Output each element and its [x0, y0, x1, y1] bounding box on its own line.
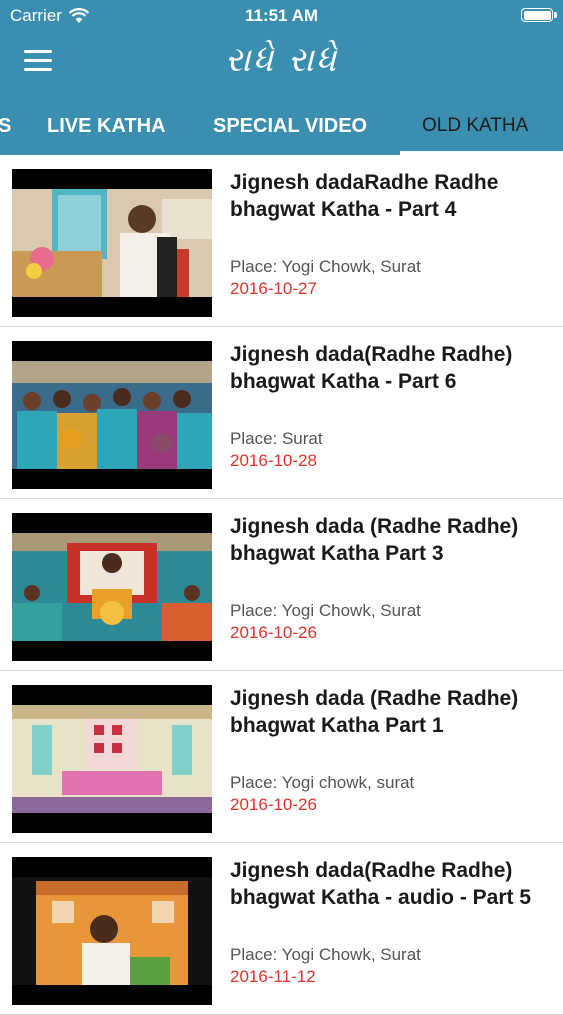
video-thumbnail — [12, 169, 212, 317]
video-list-item[interactable]: Jignesh dada(Radhe Radhe) bhagwat Katha … — [0, 843, 563, 1015]
video-list-item[interactable]: Jignesh dada(Radhe Radhe) bhagwat Katha … — [0, 327, 563, 499]
nav-bar: રાધે રાધે — [0, 32, 563, 96]
video-place: Place: Yogi Chowk, Surat — [230, 601, 421, 620]
app-title: રાધે રાધે — [224, 40, 339, 80]
video-date: 2016-10-26 — [230, 795, 317, 814]
tab-bar: S LIVE KATHA SPECIAL VIDEO OLD KATHA — [0, 100, 563, 155]
video-thumbnail — [12, 341, 212, 489]
video-title: Jignesh dada(Radhe Radhe) bhagwat Katha … — [230, 859, 532, 909]
tab-live-katha[interactable]: LIVE KATHA — [47, 100, 166, 155]
video-date: 2016-10-27 — [230, 279, 317, 298]
video-date: 2016-11-12 — [230, 967, 316, 986]
video-date: 2016-10-26 — [230, 623, 317, 642]
video-thumbnail — [12, 857, 212, 1005]
battery-icon — [521, 8, 557, 22]
video-place: Place: Yogi chowk, surat — [230, 773, 415, 792]
video-title: Jignesh dadaRadhe Radhe bhagwat Katha - … — [230, 171, 499, 221]
video-thumbnail — [12, 685, 212, 833]
video-list-item[interactable]: Jignesh dada (Radhe Radhe) bhagwat Katha… — [0, 671, 563, 843]
app-header: Carrier 11:51 AM રાધે રાધે S LIVE KATHA … — [0, 0, 563, 155]
video-place: Place: Surat — [230, 429, 323, 448]
video-thumbnail — [12, 513, 212, 661]
video-list-item[interactable]: Jignesh dadaRadhe Radhe bhagwat Katha - … — [0, 155, 563, 327]
status-bar: Carrier 11:51 AM — [0, 0, 563, 32]
tab-old-katha[interactable]: OLD KATHA — [422, 100, 528, 155]
video-place: Place: Yogi Chowk, Surat — [230, 945, 421, 964]
video-title: Jignesh dada(Radhe Radhe) bhagwat Katha … — [230, 343, 513, 393]
video-place: Place: Yogi Chowk, Surat — [230, 257, 421, 276]
video-list-item[interactable]: Jignesh dada (Radhe Radhe) bhagwat Katha… — [0, 499, 563, 671]
video-title: Jignesh dada (Radhe Radhe) bhagwat Katha… — [230, 515, 519, 565]
tab-partial[interactable]: S — [0, 100, 11, 155]
video-list: Jignesh dadaRadhe Radhe bhagwat Katha - … — [0, 155, 563, 1015]
video-date: 2016-10-28 — [230, 451, 317, 470]
status-time: 11:51 AM — [244, 6, 319, 25]
video-title: Jignesh dada (Radhe Radhe) bhagwat Katha… — [230, 687, 519, 737]
tab-special-video[interactable]: SPECIAL VIDEO — [213, 100, 367, 155]
